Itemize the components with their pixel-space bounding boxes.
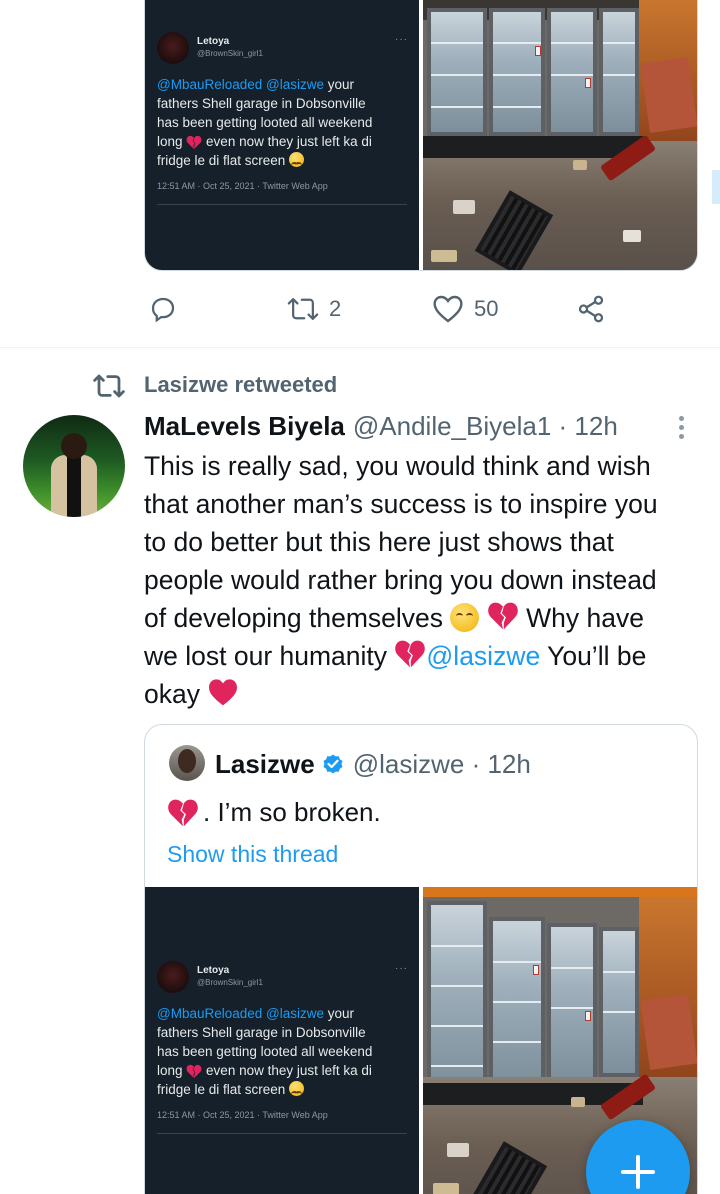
quoted-avatar	[169, 745, 205, 781]
tweet-header: MaLevels Biyela @Andile_Biyela1 · 12h	[144, 411, 618, 442]
like-count: 50	[474, 296, 499, 321]
author-handle[interactable]: @Andile_Biyela1 · 12h	[353, 411, 618, 442]
share-icon	[578, 295, 604, 323]
relieved-face-icon	[289, 152, 305, 167]
screenshot-divider	[157, 1133, 407, 1134]
heart-outline-icon	[433, 295, 463, 323]
avatar[interactable]	[23, 415, 125, 517]
share-button[interactable]	[576, 294, 606, 324]
retweet-count: 2	[329, 296, 342, 321]
screenshot-author-name: Letoya	[197, 36, 230, 47]
tweet-text: This is really sad, you would think and …	[144, 451, 658, 709]
retweet-button[interactable]: 2	[287, 294, 341, 324]
like-button[interactable]: 50	[432, 294, 498, 324]
quoted-tweet-header: Lasizwe @lasizwe · 12h	[215, 745, 531, 783]
looted-store-photo[interactable]	[423, 0, 697, 270]
screenshot-avatar	[157, 961, 189, 993]
more-options-icon[interactable]	[679, 416, 685, 443]
quoted-author-name: Lasizwe	[215, 748, 315, 779]
retweeted-by-label[interactable]: Lasizwe retweeted	[144, 372, 337, 398]
retweet-icon	[287, 298, 319, 320]
reply-button[interactable]	[148, 294, 178, 324]
quoted-tweet-text: . I’m so broken.	[167, 797, 381, 828]
screenshot-tweet-text: @MbauReloaded @lasizwe your fathers Shel…	[157, 1006, 373, 1097]
broken-heart-icon	[487, 602, 518, 630]
quoted-author-handle: @lasizwe · 12h	[352, 748, 531, 779]
screenshot-timestamp: 12:51 AM · Oct 25, 2021 · Twitter Web Ap…	[157, 181, 328, 191]
tweet-divider	[0, 347, 720, 348]
reply-icon	[151, 297, 175, 323]
mention-link[interactable]: @lasizwe	[426, 641, 540, 671]
screenshot-timestamp: 12:51 AM · Oct 25, 2021 · Twitter Web Ap…	[157, 1110, 328, 1120]
quoted-tweet-card[interactable]: Lasizwe @lasizwe · 12h . I’m so broken. …	[144, 724, 698, 1194]
screenshot-divider	[157, 204, 407, 205]
broken-heart-icon	[395, 640, 426, 668]
screenshot-author-handle: @BrownSkin_girl1	[197, 49, 263, 58]
tweet-screenshot-image[interactable]: Letoya @BrownSkin_girl1 ··· @MbauReloade…	[145, 0, 419, 270]
retweeted-icon	[93, 374, 125, 398]
relieved-face-icon	[289, 1081, 305, 1096]
screenshot-more-icon: ···	[395, 963, 408, 974]
broken-heart-icon	[186, 1064, 202, 1079]
edge-marker	[712, 170, 720, 204]
screenshot-author-name: Letoya	[197, 965, 230, 976]
broken-heart-icon	[168, 799, 198, 826]
broken-heart-icon	[186, 135, 202, 150]
screenshot-more-icon: ···	[395, 34, 408, 45]
screenshot-tweet-text: @MbauReloaded @lasizwe your fathers Shel…	[157, 77, 373, 168]
screenshot-author-handle: @BrownSkin_girl1	[197, 978, 263, 987]
screenshot-avatar	[157, 32, 189, 64]
verified-badge-icon	[323, 754, 343, 774]
top-media-grid: Letoya @BrownSkin_girl1 ··· @MbauReloade…	[144, 0, 698, 271]
author-name[interactable]: MaLevels Biyela	[144, 411, 345, 442]
rolling-eyes-icon	[450, 603, 480, 632]
quoted-screenshot-image[interactable]: Letoya @BrownSkin_girl1 ··· @MbauReloade…	[145, 887, 419, 1194]
show-thread-link[interactable]: Show this thread	[167, 841, 338, 868]
red-heart-icon	[209, 679, 238, 706]
